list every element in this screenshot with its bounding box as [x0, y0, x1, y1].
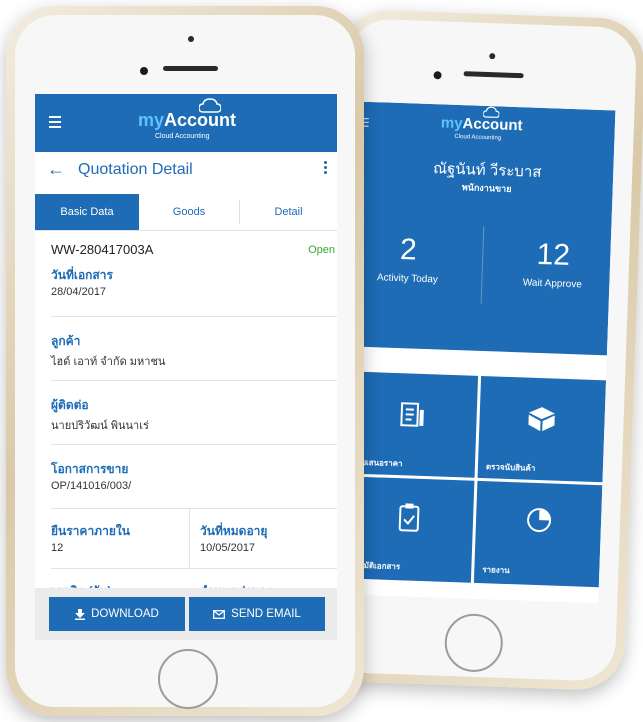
clipboard-check-icon	[398, 503, 420, 532]
field-label-sales-opportunity: โอกาสการขาย	[51, 462, 129, 476]
back-phone: ☰ myAccount Cloud Accounting ณัฐนันท์ วี…	[318, 8, 643, 692]
download-label: DOWNLOAD	[91, 608, 159, 620]
field-label-price-valid: ยืนราคาภายใน	[51, 524, 130, 538]
front-camera	[433, 71, 442, 80]
title-bar: ← Quotation Detail	[35, 152, 337, 190]
divider	[51, 380, 337, 381]
status-badge: Open	[308, 244, 335, 256]
tile-label: รายงาน	[482, 565, 510, 576]
field-value-doc-date: 28/04/2017	[51, 286, 107, 298]
divider	[51, 508, 337, 509]
field-value-customer: ไฮด์ เอาท์ จำกัด มหาชน	[51, 356, 166, 368]
document-icon	[400, 402, 424, 427]
proximity-sensor	[489, 53, 496, 60]
app-logo: myAccount	[138, 110, 237, 130]
stat-label: Activity Today	[376, 272, 439, 286]
stat-label: Wait Approve	[522, 277, 583, 291]
tile-stock-count[interactable]: ตรวจนับสินค้า	[477, 375, 607, 483]
page-title: Quotation Detail	[78, 161, 193, 178]
field-value-contact: นายปริวัฒน์ พินนาเร่	[51, 420, 149, 432]
field-label-doc-date: วันที่เอกสาร	[51, 268, 113, 282]
dashboard-screen: ☰ myAccount Cloud Accounting ณัฐนันท์ วี…	[346, 101, 616, 604]
send-email-label: SEND EMAIL	[231, 608, 301, 620]
back-arrow-icon[interactable]: ←	[47, 159, 65, 180]
divider	[51, 316, 337, 317]
app-logo-subtitle: Cloud Accounting	[454, 133, 502, 142]
tab-goods[interactable]: Goods	[139, 194, 239, 230]
app-logo: myAccount	[440, 114, 523, 135]
quotation-detail-screen: myAccount Cloud Accounting ← Quotation D…	[35, 94, 337, 640]
tile-approve-docs[interactable]: อนุมัติเอกสาร	[346, 476, 475, 583]
app-logo-subtitle: Cloud Accounting	[155, 133, 210, 140]
stat-wait-approve[interactable]: 12 Wait Approve	[497, 237, 609, 292]
send-email-button[interactable]: SEND EMAIL	[189, 597, 325, 631]
tab-detail[interactable]: Detail	[240, 194, 337, 230]
field-label-customer: ลูกค้า	[51, 334, 81, 348]
field-value-sales-opportunity: OP/141016/003/	[51, 480, 132, 492]
bottom-action-bar: DOWNLOAD SEND EMAIL	[35, 588, 337, 640]
proximity-sensor	[188, 36, 194, 42]
more-options-icon[interactable]	[324, 161, 327, 174]
app-top-bar: myAccount Cloud Accounting	[35, 94, 337, 152]
field-label-expiry-date: วันที่หมดอายุ	[200, 524, 268, 538]
stat-value: 2	[399, 233, 418, 267]
earpiece-speaker	[163, 66, 218, 71]
field-value-expiry-date: 10/05/2017	[200, 542, 256, 554]
envelope-icon	[213, 609, 226, 619]
tab-bar: Basic Data Goods Detail	[35, 194, 337, 231]
divider	[51, 444, 337, 445]
stats-divider	[480, 225, 485, 304]
box-icon	[528, 407, 555, 432]
document-number: WW-280417003A	[51, 242, 154, 257]
download-icon	[75, 608, 86, 620]
tile-reports[interactable]: รายงาน	[473, 480, 603, 588]
menu-icon[interactable]	[49, 116, 61, 128]
front-camera	[140, 67, 148, 75]
stat-activity-today[interactable]: 2 Activity Today	[357, 232, 459, 286]
tile-quotation[interactable]: ใบเสนอราคา	[350, 371, 479, 478]
column-divider	[189, 508, 190, 568]
download-button[interactable]: DOWNLOAD	[49, 597, 185, 631]
dashboard-header: ☰ myAccount Cloud Accounting ณัฐนันท์ วี…	[355, 101, 616, 356]
divider	[51, 568, 337, 569]
stat-value: 12	[536, 237, 571, 272]
front-phone: myAccount Cloud Accounting ← Quotation D…	[6, 6, 364, 716]
earpiece-speaker	[463, 71, 524, 79]
tile-label: ตรวจนับสินค้า	[485, 462, 536, 473]
field-label-contact: ผู้ติดต่อ	[51, 398, 89, 412]
field-value-price-valid: 12	[51, 542, 64, 554]
tab-basic-data[interactable]: Basic Data	[35, 194, 139, 230]
pie-chart-icon	[527, 508, 552, 533]
home-button[interactable]	[158, 649, 218, 709]
